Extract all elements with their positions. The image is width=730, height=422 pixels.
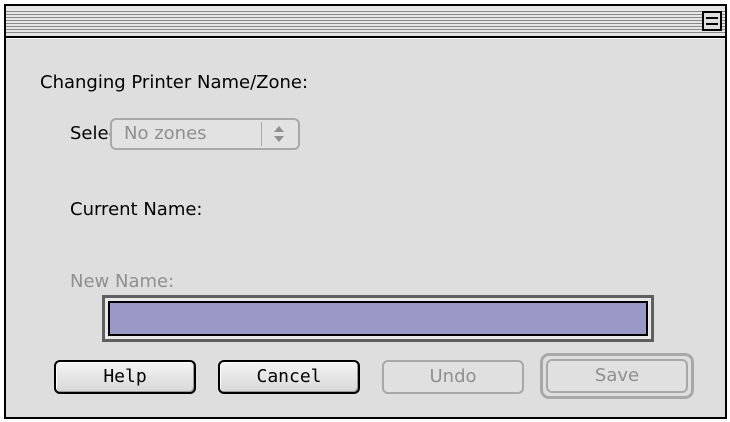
window-zoom-icon[interactable] [702, 11, 722, 31]
undo-button[interactable]: Undo [382, 360, 524, 394]
zone-popup-menu[interactable]: No zones [110, 118, 300, 150]
new-name-field[interactable] [102, 295, 654, 342]
title-bar[interactable] [6, 6, 725, 38]
zone-popup-value: No zones [124, 123, 207, 144]
popup-divider [261, 122, 262, 146]
save-button[interactable]: Save [546, 359, 688, 393]
new-name-label: New Name: [70, 271, 175, 292]
help-button[interactable]: Help [54, 360, 196, 394]
cancel-button[interactable]: Cancel [218, 360, 360, 394]
dialog-heading: Changing Printer Name/Zone: [40, 72, 309, 93]
new-name-input[interactable] [108, 301, 648, 336]
dialog-content: Changing Printer Name/Zone: Select Zone:… [6, 38, 725, 417]
printer-name-zone-dialog: Changing Printer Name/Zone: Select Zone:… [4, 4, 727, 419]
up-down-arrows-icon [274, 126, 284, 142]
current-name-label: Current Name: [70, 199, 203, 220]
